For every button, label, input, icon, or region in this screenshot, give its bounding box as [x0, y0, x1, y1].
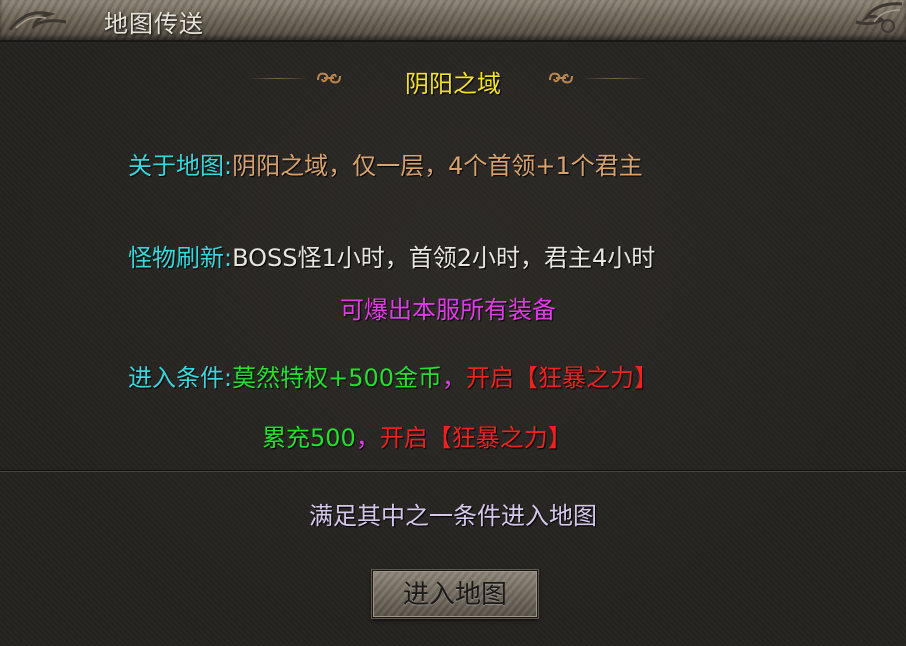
condition-2-requirement: 累充500	[262, 424, 356, 452]
enter-map-button[interactable]: 进入地图	[372, 570, 538, 618]
monster-refresh-row: 怪物刷新:BOSS怪1小时，首领2小时，君主4小时	[128, 238, 655, 273]
window-title: 地图传送	[104, 10, 204, 38]
about-map-value: 阴阳之域，仅一层，4个首领+1个君主	[232, 152, 643, 180]
condition-2-separator: ，	[355, 424, 380, 452]
entry-condition-row-2: 累充500，开启【狂暴之力】	[262, 418, 572, 453]
condition-2-unlock: 开启【狂暴之力】	[379, 424, 572, 452]
swirl-ornament-icon	[855, 2, 903, 33]
drop-note-row: 可爆出本服所有装备	[340, 290, 556, 325]
map-name: 阴阳之域	[405, 70, 501, 98]
entry-hint: 满足其中之一条件进入地图	[309, 502, 597, 530]
about-map-row: 关于地图:阴阳之域，仅一层，4个首领+1个君主	[128, 146, 643, 181]
condition-1-requirement: 莫然特权+500金币	[232, 364, 443, 392]
condition-1-separator: ，	[442, 364, 467, 392]
header-divider-right	[582, 78, 648, 79]
about-map-label: 关于地图:	[128, 152, 233, 180]
drop-note: 可爆出本服所有装备	[340, 296, 556, 324]
scroll-ornament-icon	[549, 72, 573, 84]
map-teleport-panel: 地图传送 阴阳之域 关于地图:阴阳之域，仅一层，4个首领+1个君主 怪物刷新:B…	[0, 0, 906, 646]
monster-refresh-value: BOSS怪1小时，首领2小时，君主4小时	[232, 244, 656, 272]
monster-refresh-label: 怪物刷新:	[128, 244, 233, 272]
section-divider	[0, 470, 906, 472]
entry-condition-row-1: 进入条件:莫然特权+500金币，开启【狂暴之力】	[128, 358, 658, 393]
condition-1-unlock: 开启【狂暴之力】	[466, 364, 659, 392]
entry-hint-row: 满足其中之一条件进入地图	[0, 496, 906, 531]
entry-condition-label: 进入条件:	[128, 364, 233, 392]
map-header: 阴阳之域	[0, 58, 906, 102]
swirl-ornament-icon	[8, 11, 67, 31]
title-bar[interactable]: 地图传送	[0, 0, 906, 42]
